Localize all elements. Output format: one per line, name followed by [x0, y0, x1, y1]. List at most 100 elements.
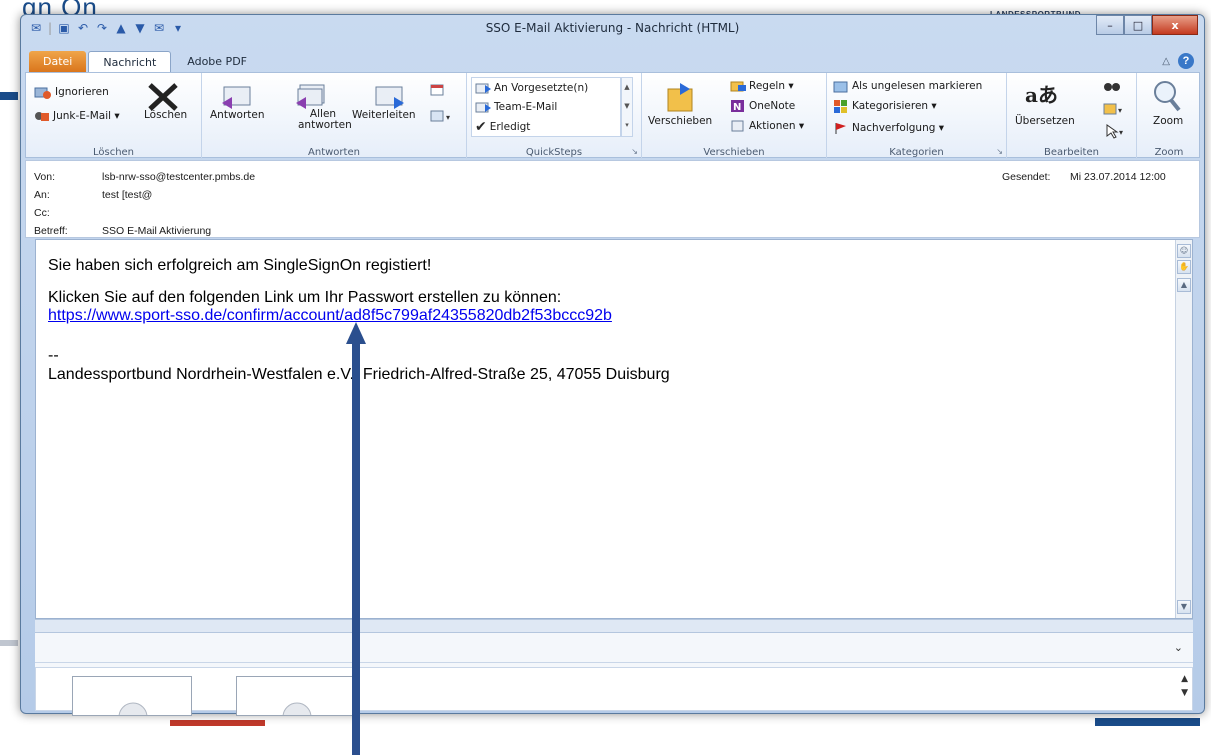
categorize-button[interactable]: Kategorisieren ▾: [833, 99, 937, 113]
flag-icon: [835, 123, 846, 134]
group-label-tags: Kategorien: [889, 147, 944, 158]
subject-value: SSO E-Mail Aktivierung: [102, 225, 212, 237]
junk-label: Junk-E-Mail ▾: [53, 110, 120, 122]
svg-text:N: N: [733, 102, 741, 113]
group-respond: Antworten Allen antworten Weiterleiten ▾…: [202, 73, 467, 159]
dialog-launcher-icon[interactable]: ↘: [631, 147, 638, 156]
reply-label: Antworten: [210, 109, 265, 121]
onenote-icon: N: [731, 100, 744, 113]
reply-all-icon: [296, 84, 325, 109]
svg-text:▾: ▾: [1119, 128, 1123, 137]
meeting-icon[interactable]: [430, 83, 444, 97]
group-label-editing: Bearbeiten: [1044, 147, 1099, 158]
expand-chevron-icon[interactable]: ⌄: [1174, 641, 1183, 654]
people-pane-content: ▲ ▼: [35, 667, 1193, 716]
categorize-icon: [834, 100, 847, 113]
ribbon-tabs: Datei Nachricht Adobe PDF: [29, 49, 261, 73]
contact-card[interactable]: [72, 676, 192, 716]
scroll-up-icon[interactable]: ▲: [1177, 278, 1191, 292]
minimize-ribbon-icon[interactable]: △: [1162, 56, 1170, 67]
group-label-move: Verschieben: [703, 147, 765, 158]
follow-up-button[interactable]: Nachverfolgung ▾: [833, 121, 944, 135]
pane-divider[interactable]: [35, 619, 1193, 633]
actions-icon: [731, 120, 744, 132]
onenote-label: OneNote: [749, 100, 796, 112]
junk-icon: [35, 112, 49, 121]
group-editing: aあ Übersetzen ▾ ▾ Bearbeiten: [1007, 73, 1137, 159]
pan-hand-icon[interactable]: ✋: [1177, 260, 1191, 274]
body-line-instruction: Klicken Sie auf den folgenden Link um Ih…: [48, 289, 562, 306]
scroll-down-icon[interactable]: ▼: [1177, 600, 1191, 614]
window-title: SSO E-Mail Aktivierung - Nachricht (HTML…: [485, 21, 740, 35]
related-icon[interactable]: ▾: [1103, 101, 1127, 117]
svg-text:▾: ▾: [1118, 106, 1122, 115]
junk-mail-button[interactable]: Junk-E-Mail ▾: [34, 109, 120, 123]
help-icon[interactable]: ?: [1178, 53, 1194, 69]
contact-photo-icon: [282, 702, 312, 715]
quickstep-done[interactable]: ✔ Erledigt: [475, 119, 530, 135]
background-bar: [0, 640, 18, 646]
reply-icon: [222, 86, 251, 109]
to-value[interactable]: test [test@: [102, 189, 152, 201]
tab-file[interactable]: Datei: [29, 51, 87, 73]
background-button: [1095, 718, 1200, 726]
tab-message[interactable]: Nachricht: [88, 51, 172, 73]
onenote-button[interactable]: N OneNote: [730, 99, 795, 113]
rules-button[interactable]: Regeln ▾: [730, 79, 794, 93]
move-folder-icon: [667, 83, 693, 112]
help-area: △ ?: [1162, 53, 1194, 69]
zoom-label: Zoom: [1153, 115, 1184, 127]
maximize-button[interactable]: □: [1124, 15, 1152, 35]
ignore-button[interactable]: Ignorieren: [34, 85, 109, 99]
rules-icon: [730, 81, 746, 92]
people-pane: ⌄ ▲ ▼: [35, 633, 1193, 716]
message-window: ✉ | ▣ ↶ ↷ ▲ ▼ ✉ ▾ SSO E-Mail Aktivierung…: [20, 14, 1205, 716]
move-label: Verschieben: [648, 115, 713, 127]
forward-icon: [375, 86, 404, 109]
quickstep-done-label: Erledigt: [489, 121, 531, 133]
group-delete: Ignorieren Junk-E-Mail ▾ Löschen Löschen: [26, 73, 202, 159]
translate-icon: aあ: [1025, 83, 1058, 107]
group-zoom: Zoom Zoom: [1137, 73, 1201, 159]
svg-text:▾: ▾: [446, 113, 450, 122]
quicksteps-scroll[interactable]: ▲ ▼ ▾: [621, 77, 633, 137]
from-label: Von:: [34, 171, 56, 183]
dialog-launcher-icon[interactable]: ↘: [996, 147, 1003, 156]
contact-card[interactable]: [236, 676, 356, 716]
people-scroll[interactable]: ▲ ▼: [1181, 672, 1188, 700]
window-controls: – □ x: [1096, 15, 1198, 35]
group-label-quicksteps: QuickSteps: [525, 147, 583, 158]
screenshot-stage: gn On LANDESSPORTBUND ✉ | ▣ ↶ ↷ ▲ ▼ ✉ ▾ …: [0, 0, 1211, 755]
minimize-button[interactable]: –: [1096, 15, 1124, 35]
social-icon[interactable]: ☺: [1177, 244, 1191, 258]
contact-photo-icon: [118, 702, 148, 715]
message-body: Sie haben sich erfolgreich am SingleSign…: [35, 239, 1193, 619]
select-icon[interactable]: ▾: [1105, 123, 1127, 139]
subject-label: Betreff:: [34, 225, 68, 237]
actions-button[interactable]: Aktionen ▾: [730, 119, 804, 133]
tab-adobe-pdf[interactable]: Adobe PDF: [173, 51, 261, 73]
follow-up-label: Nachverfolgung ▾: [852, 122, 944, 134]
group-label-zoom: Zoom: [1154, 147, 1184, 158]
forward-label: Weiterleiten: [352, 109, 416, 121]
quickstep-manager[interactable]: An Vorgesetzte(n): [475, 81, 588, 95]
forward-manager-icon: [475, 83, 491, 94]
mark-unread-button[interactable]: Als ungelesen markieren: [833, 79, 982, 93]
annotation-arrow-icon: [346, 322, 366, 755]
message-header: Von: lsb-nrw-sso@testcenter.pmbs.de An: …: [25, 160, 1200, 238]
checkmark-icon: ✔: [475, 119, 487, 135]
body-line-registered: Sie haben sich erfolgreich am SingleSign…: [48, 257, 432, 274]
find-icon[interactable]: [1103, 79, 1121, 93]
rules-label: Regeln ▾: [749, 80, 794, 92]
sent-value: Mi 23.07.2014 12:00: [1070, 171, 1166, 183]
confirmation-link[interactable]: https://www.sport-sso.de/confirm/account…: [48, 307, 612, 325]
group-quicksteps: An Vorgesetzte(n) Team-E-Mail ✔ Erledigt…: [467, 73, 642, 159]
signature-separator: --: [48, 347, 59, 364]
from-value[interactable]: lsb-nrw-sso@testcenter.pmbs.de: [102, 171, 255, 183]
body-scrollbar[interactable]: ☺ ✋ ▲ ▼: [1175, 240, 1192, 618]
close-button[interactable]: x: [1152, 15, 1198, 35]
categorize-label: Kategorisieren ▾: [852, 100, 937, 112]
more-respond-icon[interactable]: ▾: [430, 109, 454, 123]
quickstep-team-email[interactable]: Team-E-Mail: [475, 100, 557, 114]
to-label: An:: [34, 189, 50, 201]
